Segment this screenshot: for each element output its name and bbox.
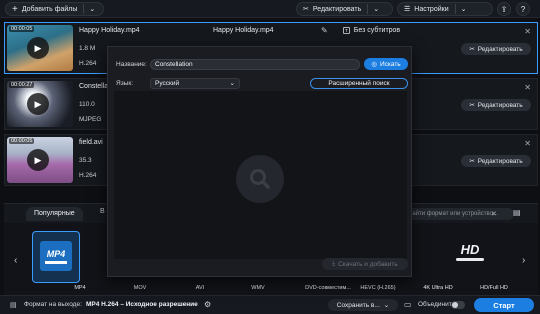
file-codec: H.264 bbox=[79, 60, 97, 67]
search-placeholder-icon bbox=[236, 155, 284, 203]
settings-button[interactable]: ☰ Настройки ⌄ bbox=[397, 2, 493, 16]
file-size: 35.3 bbox=[79, 157, 92, 164]
edit-menu-label: Редактировать bbox=[312, 5, 362, 13]
video-thumbnail[interactable]: 00:00:05 ▶ bbox=[7, 25, 73, 71]
video-thumbnail[interactable]: 00:00:27 ▶ bbox=[7, 81, 73, 127]
search-icon: ◎ bbox=[371, 61, 377, 68]
edit-button[interactable]: ✂ Редактировать bbox=[461, 43, 531, 55]
sliders-icon: ☰ bbox=[404, 6, 411, 13]
subtitles-label: Без субтитров bbox=[353, 27, 401, 34]
file-name: Happy Holiday.mp4 bbox=[79, 27, 140, 34]
file-codec: MJPEG bbox=[79, 116, 102, 123]
settings-label: Настройки bbox=[414, 5, 449, 13]
chevron-down-icon: ⌄ bbox=[373, 6, 380, 13]
status-bar: ▤ Формат на выходе: MP4 H.264 – Исходное… bbox=[0, 295, 540, 314]
start-button[interactable]: Старт bbox=[474, 298, 534, 312]
pencil-icon[interactable]: ✎ bbox=[321, 26, 328, 35]
output-file-name: Happy Holiday.mp4 bbox=[213, 27, 274, 34]
chevron-down-icon: ⌄ bbox=[229, 80, 235, 87]
add-files-button[interactable]: + Добавить файлы ⌄ bbox=[5, 2, 104, 16]
share-icon: ⇪ bbox=[500, 4, 508, 14]
scissors-icon: ✂ bbox=[469, 46, 475, 53]
file-name: Constella bbox=[79, 83, 109, 90]
scroll-left-arrow[interactable]: ‹ bbox=[14, 255, 17, 266]
chevron-down-icon: ⌄ bbox=[460, 6, 467, 13]
close-icon[interactable]: ✕ bbox=[524, 83, 531, 92]
file-codec: H.264 bbox=[79, 172, 97, 179]
scissors-icon: ✂ bbox=[469, 158, 475, 165]
format-mp4[interactable]: MP4 MP4 bbox=[32, 231, 86, 293]
download-and-add-button[interactable]: ⤓ Скачать и добавить bbox=[322, 258, 408, 270]
save-to-button[interactable]: Сохранить в... ⌄ bbox=[328, 299, 398, 311]
close-icon[interactable]: ✕ bbox=[524, 139, 531, 148]
format-search-input[interactable]: Найти формат или устройство... bbox=[402, 208, 514, 220]
language-label: Язык: bbox=[116, 80, 133, 87]
mp4-icon: MP4 bbox=[40, 241, 72, 271]
help-button[interactable]: ? bbox=[516, 2, 530, 16]
edit-label: Редактировать bbox=[477, 45, 523, 53]
search-results-area bbox=[114, 91, 407, 259]
duration-label: 00:00:27 bbox=[9, 82, 35, 88]
download-label: Скачать и добавить bbox=[338, 260, 398, 268]
help-icon: ? bbox=[520, 4, 526, 14]
video-thumbnail[interactable]: 00:00:05 ▶ bbox=[7, 137, 73, 183]
duration-label: 00:00:05 bbox=[9, 138, 35, 144]
scroll-right-arrow[interactable]: › bbox=[522, 255, 525, 266]
edit-button[interactable]: ✂ Редактировать bbox=[461, 99, 531, 111]
edit-label: Редактировать bbox=[477, 101, 523, 109]
close-icon[interactable]: ✕ bbox=[524, 27, 531, 36]
folder-icon[interactable]: ▭ bbox=[404, 300, 412, 309]
plus-icon: + bbox=[12, 3, 18, 15]
device-icon[interactable]: ▤ bbox=[513, 208, 521, 217]
play-icon[interactable]: ▶ bbox=[27, 37, 49, 59]
edit-menu-button[interactable]: ✂ Редактировать ⌄ bbox=[296, 2, 393, 16]
subtitles-select[interactable]: T Без субтитров bbox=[343, 27, 400, 34]
duration-label: 00:00:05 bbox=[9, 26, 35, 32]
format-hd[interactable]: HD HD/Full HD bbox=[446, 231, 508, 293]
output-format-value: MP4 H.264 – Исходное разрешение bbox=[86, 301, 198, 308]
play-icon[interactable]: ▶ bbox=[27, 149, 49, 171]
edit-button[interactable]: ✂ Редактировать bbox=[461, 155, 531, 167]
file-name: field.avi bbox=[79, 139, 103, 146]
output-format-icon: ▤ bbox=[10, 302, 17, 309]
scissors-icon: ✂ bbox=[469, 102, 475, 109]
tab-popular[interactable]: Популярные bbox=[26, 207, 83, 221]
tab-video[interactable]: В bbox=[100, 208, 105, 215]
subtitle-search-dialog: Название: Constellation ◎ Искать Язык: Р… bbox=[107, 46, 412, 277]
save-to-label: Сохранить в... bbox=[336, 301, 380, 309]
subtitles-icon: T bbox=[343, 27, 350, 34]
file-size: 110.0 bbox=[79, 101, 95, 108]
scissors-icon: ✂ bbox=[303, 6, 309, 13]
output-format-label: Формат на выходе: bbox=[24, 301, 82, 308]
language-select[interactable]: Русский ⌄ bbox=[150, 78, 240, 89]
chevron-down-icon: ⌄ bbox=[383, 302, 390, 309]
edit-label: Редактировать bbox=[477, 157, 523, 165]
clear-search-icon[interactable]: ✕ bbox=[491, 210, 497, 218]
download-icon: ⤓ bbox=[332, 260, 336, 267]
top-toolbar: + Добавить файлы ⌄ ✂ Редактировать ⌄ ☰ Н… bbox=[0, 0, 540, 18]
add-files-label: Добавить файлы bbox=[21, 5, 78, 13]
share-button[interactable]: ⇪ bbox=[497, 2, 511, 16]
format-label: HD/Full HD bbox=[480, 285, 508, 291]
name-label: Название: bbox=[116, 61, 147, 68]
hd-icon: HD bbox=[454, 243, 486, 271]
language-value: Русский bbox=[155, 80, 180, 87]
gear-icon[interactable]: ⚙ bbox=[204, 300, 211, 309]
merge-toggle[interactable] bbox=[451, 301, 465, 309]
chevron-down-icon: ⌄ bbox=[89, 6, 96, 13]
name-input[interactable]: Constellation bbox=[150, 59, 360, 70]
search-button-label: Искать bbox=[379, 60, 401, 68]
search-button[interactable]: ◎ Искать bbox=[364, 58, 408, 70]
advanced-search-button[interactable]: Расширенный поиск bbox=[310, 78, 408, 89]
play-icon[interactable]: ▶ bbox=[27, 93, 49, 115]
file-size: 1.8 M bbox=[79, 45, 96, 52]
